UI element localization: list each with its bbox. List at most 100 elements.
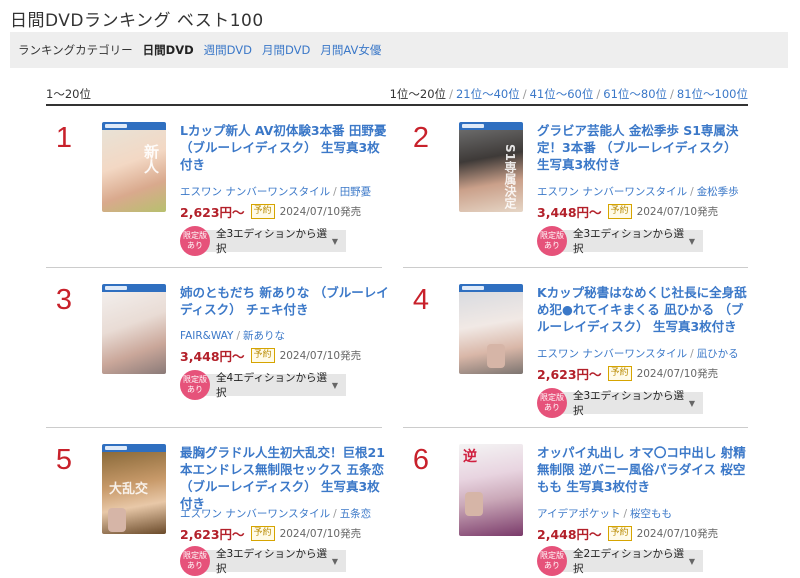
maker-link[interactable]: FAIR&WAY xyxy=(180,330,233,342)
edition-select[interactable]: 全3エディションから選択 ▼ xyxy=(563,390,703,417)
cover-text: S1専属決定 xyxy=(503,144,517,209)
cover-image[interactable] xyxy=(459,284,523,374)
edition-select[interactable]: 全4エディションから選択 ▼ xyxy=(206,372,346,399)
ranking-item: 1 新人 Lカップ新人 AV初体験3本番 田野憂（ブルーレイディスク） 生写真3… xyxy=(46,122,391,262)
cover-image[interactable]: S1専属決定 xyxy=(459,122,523,212)
mosaic xyxy=(465,492,483,516)
maker-link[interactable]: アイデアポケット xyxy=(537,508,620,520)
dropdown-arrow-icon: ▼ xyxy=(331,380,338,390)
range-pager: 1位〜20位 / 21位〜40位 / 41位〜60位 / 61位〜80位 / 8… xyxy=(390,86,748,102)
actress-link[interactable]: 桜空もも xyxy=(630,508,672,520)
actress-link[interactable]: 田野憂 xyxy=(340,186,372,198)
item-title-link[interactable]: グラビア芸能人 金松季歩 S1専属決定！3本番 （ブルーレイディスク） 生写真3… xyxy=(537,122,747,173)
dropdown-arrow-icon: ▼ xyxy=(688,398,695,408)
edition-select[interactable]: 全3エディションから選択 ▼ xyxy=(563,228,703,255)
category-monthly-dvd-link[interactable]: 月間DVD xyxy=(262,42,310,58)
release-date: 2024/07/10発売 xyxy=(279,350,362,362)
release-date: 2024/07/10発売 xyxy=(636,206,719,218)
ranking-item: 6 逆 オッパイ丸出し オマ〇コ中出し 射精無制限 逆バニー風俗パラダイス 桜空… xyxy=(403,444,748,578)
edition-select[interactable]: 全3エディションから選択 ▼ xyxy=(206,548,346,575)
pager-range-1-20: 1位〜20位 xyxy=(389,87,447,101)
item-title-link[interactable]: Kカップ秘書はなめくじ社長に全身舐め犯●れてイキまくる 凪ひかる （ブルーレイデ… xyxy=(537,284,747,335)
reservation-badge: 予約 xyxy=(250,204,275,219)
edition-row: 限定版 あり 全2エディションから選択 ▼ xyxy=(537,546,703,576)
bluray-band xyxy=(102,122,166,130)
mosaic xyxy=(108,508,126,532)
cover-image[interactable] xyxy=(102,284,166,374)
divider xyxy=(46,267,382,268)
edition-row: 限定版 あり 全3エディションから選択 ▼ xyxy=(537,388,703,418)
maker-link[interactable]: エスワン ナンバーワンスタイル xyxy=(180,508,330,520)
rank-number: 2 xyxy=(412,122,430,154)
ranking-item: 2 S1専属決定 グラビア芸能人 金松季歩 S1専属決定！3本番 （ブルーレイデ… xyxy=(403,122,748,262)
price-row: 3,448円〜 予約 2024/07/10発売 xyxy=(180,346,361,365)
actress-link[interactable]: 五条恋 xyxy=(340,508,372,520)
maker-link[interactable]: エスワン ナンバーワンスタイル xyxy=(180,186,330,198)
price-row: 2,623円〜 予約 2024/07/10発売 xyxy=(180,524,361,543)
maker-line: エスワン ナンバーワンスタイル / 凪ひかる xyxy=(537,348,739,360)
reservation-badge: 予約 xyxy=(607,526,632,541)
rank-number: 1 xyxy=(55,122,73,154)
maker-line: エスワン ナンバーワンスタイル / 田野憂 xyxy=(180,186,372,198)
item-title-link[interactable]: オッパイ丸出し オマ〇コ中出し 射精無制限 逆バニー風俗パラダイス 桜空もも 生… xyxy=(537,444,747,495)
price-row: 3,448円〜 予約 2024/07/10発売 xyxy=(537,202,718,221)
pager-range-61-80[interactable]: 61位〜80位 xyxy=(603,86,667,102)
actress-link[interactable]: 金松季歩 xyxy=(697,186,739,198)
actress-link[interactable]: 凪ひかる xyxy=(697,348,739,360)
category-weekly-dvd-link[interactable]: 週間DVD xyxy=(204,42,252,58)
limited-edition-badge: 限定版 あり xyxy=(180,226,210,256)
pager-separator: / xyxy=(449,87,453,101)
rank-number: 3 xyxy=(55,284,73,316)
rank-number: 5 xyxy=(55,444,73,476)
divider xyxy=(403,267,748,268)
release-date: 2024/07/10発売 xyxy=(636,528,719,540)
maker-line: エスワン ナンバーワンスタイル / 五条恋 xyxy=(180,508,372,520)
price-row: 2,623円〜 予約 2024/07/10発売 xyxy=(180,202,361,221)
pager-range-41-60[interactable]: 41位〜60位 xyxy=(530,86,594,102)
dropdown-arrow-icon: ▼ xyxy=(688,556,695,566)
item-title-link[interactable]: 姉のともだち 新ありな （ブルーレイディスク） チェキ付き xyxy=(180,284,390,318)
dropdown-arrow-icon: ▼ xyxy=(331,236,338,246)
price-row: 2,623円〜 予約 2024/07/10発売 xyxy=(537,364,718,383)
page-title: 日間DVDランキング ベスト100 xyxy=(10,11,264,31)
maker-link[interactable]: エスワン ナンバーワンスタイル xyxy=(537,186,687,198)
reservation-badge: 予約 xyxy=(607,204,632,219)
rank-number: 6 xyxy=(412,444,430,476)
reservation-badge: 予約 xyxy=(250,348,275,363)
edition-row: 限定版 あり 全3エディションから選択 ▼ xyxy=(180,226,346,256)
cover-image[interactable]: 新人 xyxy=(102,122,166,212)
edition-row: 限定版 あり 全4エディションから選択 ▼ xyxy=(180,370,346,400)
maker-link[interactable]: エスワン ナンバーワンスタイル xyxy=(537,348,687,360)
edition-row: 限定版 あり 全3エディションから選択 ▼ xyxy=(180,546,346,576)
edition-select[interactable]: 全2エディションから選択 ▼ xyxy=(563,548,703,575)
divider xyxy=(403,427,748,428)
cover-image[interactable]: 逆 xyxy=(459,444,523,536)
ranking-item: 4 Kカップ秘書はなめくじ社長に全身舐め犯●れてイキまくる 凪ひかる （ブルーレ… xyxy=(403,284,748,424)
cover-image[interactable]: 大乱交 xyxy=(102,444,166,534)
ranking-item: 3 姉のともだち 新ありな （ブルーレイディスク） チェキ付き FAIR&WAY… xyxy=(46,284,391,424)
price: 2,623円〜 xyxy=(180,205,245,220)
item-title-link[interactable]: 最胸グラドル人生初大乱交！巨根21本エンドレス無制限セックス 五条恋 （ブルーレ… xyxy=(180,444,390,512)
pager-range-81-100[interactable]: 81位〜100位 xyxy=(677,86,748,102)
limited-edition-badge: 限定版 あり xyxy=(537,226,567,256)
cover-text: 逆 xyxy=(463,449,477,465)
price-row: 2,448円〜 予約 2024/07/10発売 xyxy=(537,524,718,543)
category-monthly-actress-link[interactable]: 月間AV女優 xyxy=(320,42,381,58)
cover-text: 大乱交 xyxy=(108,482,148,497)
limited-edition-badge: 限定版 あり xyxy=(537,546,567,576)
edition-select[interactable]: 全3エディションから選択 ▼ xyxy=(206,228,346,255)
item-title-link[interactable]: Lカップ新人 AV初体験3本番 田野憂（ブルーレイディスク） 生写真3枚付き xyxy=(180,122,390,173)
pager-separator: / xyxy=(522,87,527,101)
ranking-item: 5 大乱交 最胸グラドル人生初大乱交！巨根21本エンドレス無制限セックス 五条恋… xyxy=(46,444,391,578)
pager-separator: / xyxy=(596,87,601,101)
limited-edition-badge: 限定版 あり xyxy=(180,370,210,400)
maker-line: エスワン ナンバーワンスタイル / 金松季歩 xyxy=(537,186,739,198)
release-date: 2024/07/10発売 xyxy=(636,368,719,380)
price: 2,623円〜 xyxy=(537,367,602,382)
pager-range-21-40[interactable]: 21位〜40位 xyxy=(456,86,520,102)
actress-link[interactable]: 新ありな xyxy=(243,330,285,342)
bluray-band xyxy=(459,122,523,130)
cover-text: 新人 xyxy=(142,144,160,174)
mosaic xyxy=(487,344,505,368)
edition-row: 限定版 あり 全3エディションから選択 ▼ xyxy=(537,226,703,256)
